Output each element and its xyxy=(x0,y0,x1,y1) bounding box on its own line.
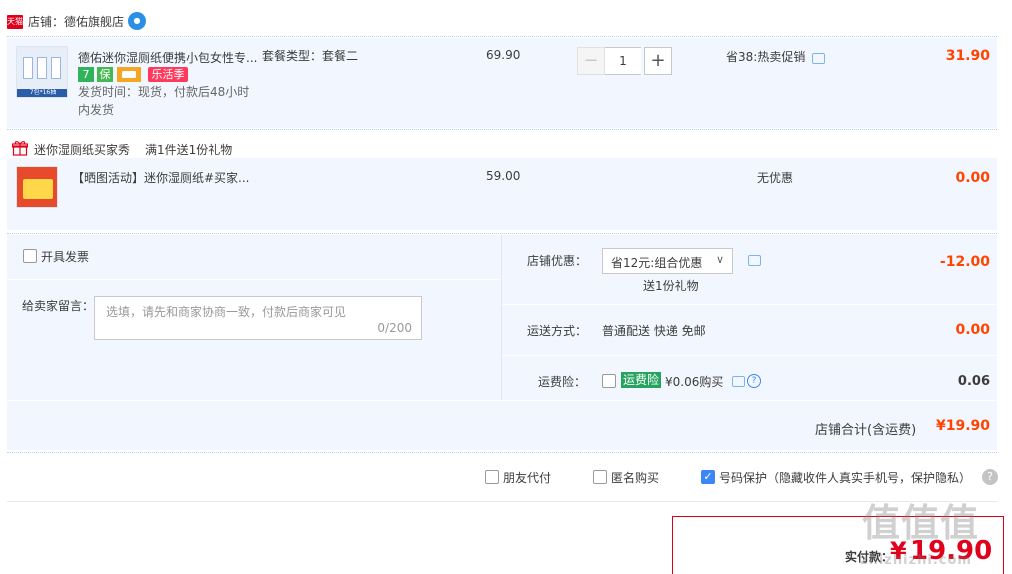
shop-total-label: 店铺合计(含运费) xyxy=(815,423,917,438)
credit-card-icon xyxy=(117,67,141,82)
item-title-link[interactable]: 德佑迷你湿厕纸便携小包女性专... xyxy=(78,49,257,66)
message-label: 给卖家留言： xyxy=(22,299,95,313)
shipping-method: 普通配送 快递 免邮 xyxy=(602,324,706,338)
invoice-checkbox[interactable] xyxy=(23,249,37,263)
gift-promo: 无优惠 xyxy=(757,171,794,185)
watermark-logo: 值值值 xyxy=(862,501,980,545)
number-protect-checkbox[interactable]: ✓ xyxy=(701,470,715,484)
divider xyxy=(7,452,997,453)
event-badge: 乐活季 xyxy=(148,67,188,82)
shipping-label: 运送方式： xyxy=(527,324,588,338)
ww-chat-icon[interactable]: ● xyxy=(128,12,146,30)
gift-price: 59.00 xyxy=(486,169,521,183)
gift-activity-name: 迷你湿厕纸买家秀 xyxy=(34,143,131,157)
insurance-info-icon[interactable] xyxy=(732,376,745,387)
panel-divider xyxy=(502,304,997,305)
shipping-amount: 0.00 xyxy=(955,322,990,338)
gift-activity-rule: 满1件送1份礼物 xyxy=(145,143,233,157)
divider xyxy=(7,129,997,130)
promo-label: 省38:热卖促销 xyxy=(726,50,806,64)
gift-icon xyxy=(11,140,29,156)
qty-increase-button[interactable]: + xyxy=(644,47,672,75)
help-icon[interactable]: ? xyxy=(982,469,998,485)
anonymous-label: 匿名购买 xyxy=(611,471,660,485)
insurance-price: ¥0.06购买 xyxy=(665,375,724,389)
tmall-logo: 天猫 xyxy=(7,15,23,29)
gift-title-link[interactable]: 【晒图活动】迷你湿厕纸#买家... xyxy=(72,169,250,186)
shop-discount-select[interactable]: 省12元:组合优惠 ∨ xyxy=(602,248,733,274)
number-protect-label: 号码保护（隐藏收件人真实手机号，保护隐私） xyxy=(719,471,972,485)
shop-discount-amount: -12.00 xyxy=(939,254,990,270)
promo-info-icon[interactable] xyxy=(812,53,825,64)
item-sku: 套餐类型：套餐二 xyxy=(262,49,359,63)
shop-total-value: ¥19.90 xyxy=(935,418,990,434)
unit-price: 69.90 xyxy=(486,48,521,62)
insurance-tag: 运费险 xyxy=(621,372,662,388)
discount-info-icon[interactable] xyxy=(748,255,761,266)
seven-day-return-badge: 7 xyxy=(78,67,94,82)
message-char-count: 0/200 xyxy=(377,321,412,335)
shop-discount-value: 省12元:组合优惠 xyxy=(611,256,703,270)
panel-divider xyxy=(501,235,502,400)
item-total: 31.90 xyxy=(945,48,990,64)
insurance-amount: 0.06 xyxy=(957,374,990,389)
product-thumbnail[interactable]: 7包*16抽 xyxy=(16,46,68,98)
divider xyxy=(7,501,997,502)
message-placeholder: 选填，请先和商家协商一致，付款后商家可见 xyxy=(106,305,347,319)
watermark-url: zhizhizhi.com xyxy=(860,553,972,568)
gift-note: 送1份礼物 xyxy=(643,279,699,293)
friend-pay-label: 朋友代付 xyxy=(503,471,552,485)
chevron-down-icon: ∨ xyxy=(715,253,724,266)
divider xyxy=(7,36,997,37)
insurance-checkbox[interactable] xyxy=(602,374,616,388)
gift-thumbnail[interactable] xyxy=(16,166,58,208)
message-textarea[interactable]: 选填，请先和商家协商一致，付款后商家可见 0/200 xyxy=(94,296,422,340)
thumbnail-tag: 7包*16抽 xyxy=(17,89,67,97)
guarantee-badge: 保 xyxy=(97,67,113,82)
panel-divider xyxy=(502,355,997,356)
gift-total: 0.00 xyxy=(955,170,990,186)
qty-decrease-button[interactable]: − xyxy=(577,47,605,75)
shop-discount-label: 店铺优惠： xyxy=(527,254,588,268)
panel-divider xyxy=(7,279,501,280)
anonymous-checkbox[interactable] xyxy=(593,470,607,484)
qty-input[interactable]: 1 xyxy=(605,47,641,75)
insurance-label: 运费险： xyxy=(538,375,587,389)
friend-pay-checkbox[interactable] xyxy=(485,470,499,484)
shop-name-link[interactable]: 店铺：德佑旗舰店 xyxy=(28,13,124,30)
order-settle-panel xyxy=(7,235,997,450)
divider xyxy=(7,233,997,234)
ship-time-cont: 内发货 xyxy=(78,103,115,117)
invoice-label: 开具发票 xyxy=(41,250,90,264)
question-icon[interactable]: ? xyxy=(747,374,761,388)
ship-time: 发货时间：现货，付款后48小时 xyxy=(78,85,250,99)
panel-divider xyxy=(7,400,997,401)
